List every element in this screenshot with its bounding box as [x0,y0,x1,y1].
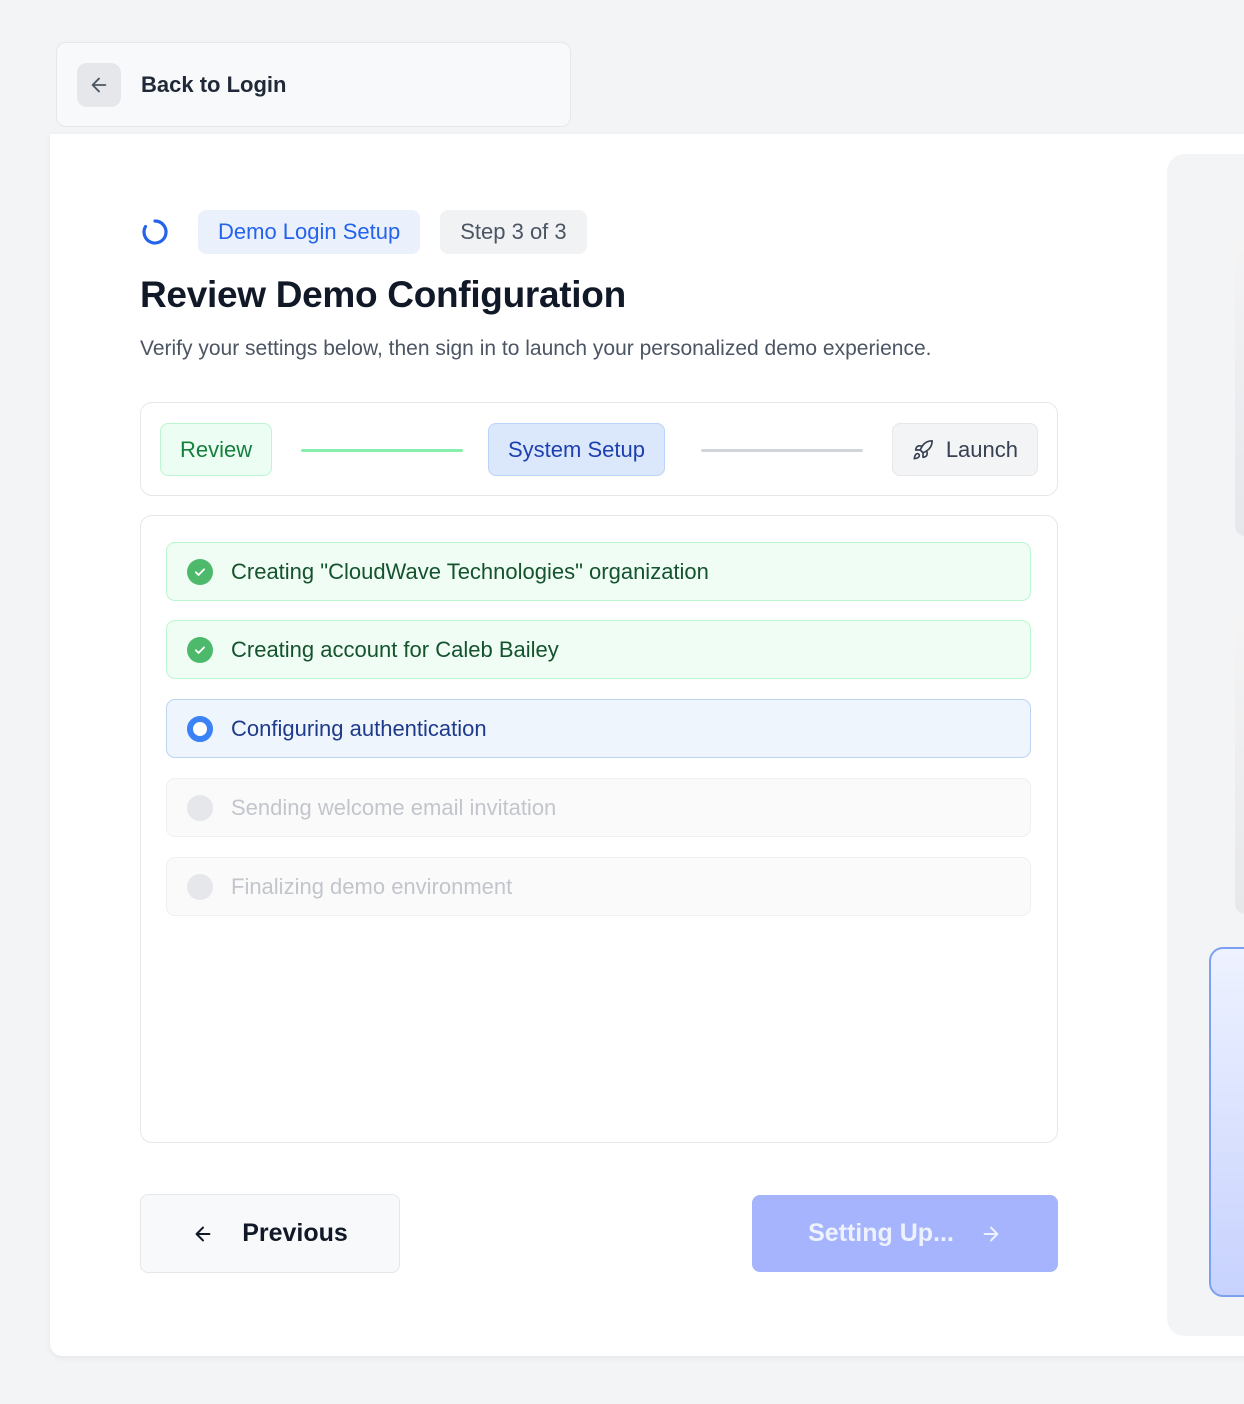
task-item: Creating account for Caleb Bailey [166,620,1031,679]
page-title: Review Demo Configuration [140,274,626,315]
check-circle-icon [187,636,213,663]
step-launch[interactable]: Launch [891,423,1038,476]
in-progress-radio-icon [187,715,213,742]
preview-tile-selected[interactable] [1209,947,1244,1297]
preview-tile [1235,614,1244,914]
task-label: Creating "CloudWave Technologies" organi… [231,558,709,584]
pending-circle-icon [187,794,213,821]
setup-task-list: Creating "CloudWave Technologies" organi… [140,515,1058,1143]
setup-badge: Demo Login Setup [198,210,421,254]
page-subtitle: Verify your settings below, then sign in… [140,337,932,360]
task-item-pending: Sending welcome email invitation [166,778,1031,837]
pending-circle-icon [187,873,213,900]
step-system-setup[interactable]: System Setup [488,423,665,476]
previous-label: Previous [242,1219,348,1247]
task-label: Sending welcome email invitation [231,794,557,820]
task-item-active: Configuring authentication [166,699,1031,758]
task-item-pending: Finalizing demo environment [166,857,1031,916]
setting-up-button[interactable]: Setting Up... [752,1195,1058,1272]
arrow-left-icon [195,1226,211,1241]
header-row: Demo Login Setup Step 3 of 3 [140,210,587,254]
progress-stepper: Review System Setup Launch [140,402,1058,496]
back-to-login-link[interactable]: Back to Login [141,72,286,98]
preview-panel [1167,154,1244,1336]
step-review[interactable]: Review [160,423,273,476]
preview-tile [1235,238,1244,536]
task-label: Configuring authentication [231,715,487,741]
previous-button[interactable]: Previous [140,1194,400,1273]
step-label: System Setup [508,436,645,462]
check-circle-icon [187,558,213,585]
step-label: Review [180,436,253,462]
next-label: Setting Up... [808,1219,954,1247]
back-to-login-bar: Back to Login [56,42,571,127]
task-label: Finalizing demo environment [231,873,513,899]
setup-card: Demo Login Setup Step 3 of 3 Review Demo… [50,134,1244,1356]
arrow-right-icon [983,1226,999,1241]
task-item: Creating "CloudWave Technologies" organi… [166,542,1031,601]
loading-spinner-icon [140,213,178,251]
back-button[interactable] [77,62,121,107]
step-label: Launch [945,436,1018,462]
step-connector-complete [301,449,463,452]
arrow-left-icon [91,77,107,92]
step-connector-pending [701,449,863,452]
step-indicator: Step 3 of 3 [440,210,587,254]
task-label: Creating account for Caleb Bailey [231,636,559,662]
rocket-icon [913,439,933,460]
